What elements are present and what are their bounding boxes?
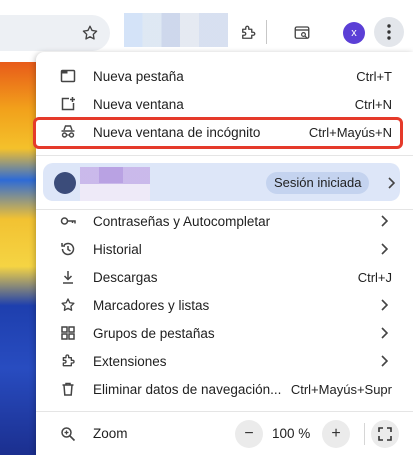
zoom-out-symbol: − [244,425,254,442]
tab-groups-icon [60,325,76,341]
fullscreen-icon [378,427,392,441]
menu-item-label: Eliminar datos de navegación... [93,381,282,397]
new-tab-icon [60,68,76,84]
menu-item-label: Extensiones [93,353,167,369]
history-icon [60,241,76,257]
profile-picture [54,172,76,194]
menu-item-history[interactable]: Historial [36,235,413,263]
avatar-letter: x [351,27,357,39]
chevron-right-icon [379,355,389,367]
chevron-right-icon [379,299,389,311]
extensions-puzzle-icon[interactable] [236,21,260,45]
profile-name-blurred-accent [99,167,123,183]
menu-item-label: Marcadores y listas [93,297,210,313]
chrome-menu-button[interactable] [374,17,404,47]
trash-icon [60,381,76,397]
bookmark-star-icon[interactable] [78,21,102,45]
menu-item-shortcut: Ctrl+J [357,269,392,285]
menu-item-clear-browsing-data[interactable]: Eliminar datos de navegación... Ctrl+May… [36,375,413,403]
zoom-value: 100 % [272,426,311,441]
zoom-in-button[interactable]: + [322,420,350,448]
menu-item-shortcut: Ctrl+Mayús+Supr [290,381,392,397]
fullscreen-button[interactable] [371,420,399,448]
chevron-right-icon [387,176,396,194]
menu-item-new-tab[interactable]: Nueva pestaña Ctrl+T [36,62,413,90]
menu-item-downloads[interactable]: Descargas Ctrl+J [36,263,413,291]
star-icon [60,297,76,313]
incognito-highlight-box [33,117,403,149]
zoom-out-button[interactable]: − [235,420,263,448]
key-icon [60,213,76,229]
download-icon [60,269,76,285]
menu-item-tab-groups[interactable]: Grupos de pestañas [36,319,413,347]
chevron-right-icon [379,327,389,339]
reading-list-search-icon[interactable] [290,21,314,45]
menu-item-label: Contraseñas y Autocompletar [93,213,271,229]
menu-divider [36,155,413,156]
chevron-right-icon [379,243,389,255]
chrome-main-menu: Nueva pestaña Ctrl+T Nueva ventana Ctrl+… [33,52,413,455]
menu-item-label: Nueva ventana [93,96,184,112]
menu-item-bookmarks[interactable]: Marcadores y listas [36,291,413,319]
menu-item-label: Descargas [93,269,158,285]
signed-in-badge: Sesión iniciada [266,172,370,194]
menu-item-shortcut: Ctrl+N [354,96,392,112]
menu-divider [36,411,413,412]
menu-item-shortcut: Ctrl+T [356,68,392,84]
zoom-label: Zoom [93,426,128,441]
zoom-in-symbol: + [331,425,341,442]
menu-item-extensions[interactable]: Extensiones [36,347,413,375]
zoom-row: Zoom − 100 % + [36,419,413,449]
new-window-icon [60,96,76,112]
puzzle-icon [60,353,76,369]
menu-item-label: Historial [93,241,142,257]
toolbar-divider [266,20,267,44]
menu-item-passwords[interactable]: Contraseñas y Autocompletar [36,207,413,235]
zoom-icon [60,426,76,442]
profile-avatar[interactable]: x [343,22,365,44]
menu-item-label: Grupos de pestañas [93,325,215,341]
profile-row[interactable]: Sesión iniciada [43,163,400,201]
menu-item-new-window[interactable]: Nueva ventana Ctrl+N [36,90,413,118]
chevron-right-icon [379,215,389,227]
zoom-divider [364,423,365,445]
menu-item-label: Nueva pestaña [93,68,184,84]
extension-icons-blurred[interactable] [124,13,228,47]
